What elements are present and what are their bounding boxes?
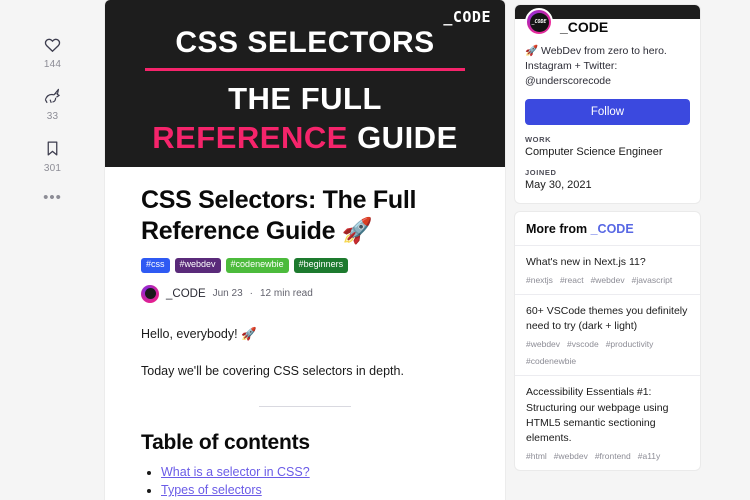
post-tag[interactable]: #webdev <box>554 451 588 461</box>
profile-body: _CODE _CODE 🚀 WebDev from zero to hero. … <box>515 8 700 203</box>
article-paragraph: Today we'll be covering CSS selectors in… <box>141 363 404 378</box>
work-value: Computer Science Engineer <box>525 145 663 158</box>
post-tag[interactable]: #productivity <box>606 339 654 349</box>
profile-card: _CODE _CODE 🚀 WebDev from zero to hero. … <box>515 5 700 203</box>
unicorn-count: 33 <box>46 111 59 122</box>
post-tag[interactable]: #frontend <box>595 451 631 461</box>
more-from-prefix: More from <box>526 221 591 236</box>
post-tag[interactable]: #nextjs <box>526 275 553 285</box>
avatar[interactable]: _CODE <box>525 8 553 36</box>
post-tag[interactable]: #react <box>560 275 584 285</box>
follow-button[interactable]: Follow <box>525 98 690 125</box>
cover-line-3-accent: REFERENCE <box>152 119 348 155</box>
article-tag-list: #css #webdev #codenewbie #beginners <box>141 258 469 273</box>
post-tag-list: #html #webdev #frontend #a11y <box>526 451 689 461</box>
more-options-icon[interactable]: ••• <box>43 190 62 205</box>
reaction-heart[interactable]: 144 <box>41 32 65 70</box>
profile-name[interactable]: _CODE <box>560 19 608 35</box>
more-from-heading: More from _CODE <box>515 212 700 246</box>
joined-value: May 30, 2021 <box>525 178 592 191</box>
reaction-unicorn[interactable]: 33 <box>41 84 65 122</box>
more-from-account[interactable]: _CODE <box>591 222 634 236</box>
article-tag[interactable]: #codenewbie <box>225 258 289 273</box>
article-card: _CODE CSS SELECTORS THE FULL REFERENCE G… <box>105 0 505 500</box>
article-body: CSS Selectors: The Full Reference Guide … <box>105 167 505 500</box>
post-tag[interactable]: #html <box>526 451 547 461</box>
avatar-initials: _CODE <box>529 12 549 32</box>
post-tag[interactable]: #a11y <box>638 451 661 461</box>
byline-author[interactable]: _CODE <box>166 288 206 300</box>
toc-list: What is a selector in CSS? Types of sele… <box>141 465 469 500</box>
post-title: Accessibility Essentials #1: Structuring… <box>526 386 669 444</box>
cover-image: _CODE CSS SELECTORS THE FULL REFERENCE G… <box>105 0 505 167</box>
cover-line-3-plain: GUIDE <box>357 119 458 155</box>
page-root: 144 33 301 ••• _CODE CSS SELECTORS THE F… <box>0 0 750 500</box>
toc-item: Types of selectors Universal selector Ty… <box>161 483 469 500</box>
reaction-bookmark[interactable]: 301 <box>41 136 65 174</box>
cover-line-1: CSS SELECTORS <box>175 26 435 59</box>
post-tag[interactable]: #javascript <box>632 275 673 285</box>
list-item[interactable]: What's new in Next.js 11? #nextjs #react… <box>515 246 700 295</box>
post-title: What's new in Next.js 11? <box>526 255 646 268</box>
profile-field-work: WORK Computer Science Engineer <box>525 135 690 158</box>
profile-field-joined: JOINED May 30, 2021 <box>525 168 690 191</box>
toc-link-what-is-a-selector[interactable]: What is a selector in CSS? <box>161 465 310 479</box>
joined-label: JOINED <box>525 167 557 177</box>
post-tag-list: #webdev #vscode #productivity #codenewbi… <box>526 339 689 366</box>
page-title: CSS Selectors: The Full Reference Guide … <box>141 186 417 245</box>
byline-read-time: 12 min read <box>260 288 313 300</box>
toc-item: What is a selector in CSS? <box>161 465 469 479</box>
toc-link-types-of-selectors[interactable]: Types of selectors <box>161 483 262 497</box>
cover-line-3: REFERENCE GUIDE <box>152 120 458 156</box>
work-label: WORK <box>525 134 552 144</box>
cover-divider <box>145 68 465 71</box>
byline: _CODE Jun 23 · 12 min read <box>141 284 469 303</box>
bookmark-count: 301 <box>43 163 62 174</box>
section-divider <box>259 406 351 408</box>
right-sidebar: _CODE _CODE 🚀 WebDev from zero to hero. … <box>515 0 700 471</box>
list-item[interactable]: 60+ VSCode themes you definitely need to… <box>515 295 700 377</box>
post-tag-list: #nextjs #react #webdev #javascript <box>526 275 689 285</box>
article-tag[interactable]: #css <box>141 258 170 273</box>
avatar[interactable] <box>141 284 159 303</box>
article-tag[interactable]: #webdev <box>174 258 221 273</box>
reaction-rail: 144 33 301 ••• <box>0 0 105 500</box>
list-item[interactable]: Accessibility Essentials #1: Structuring… <box>515 376 700 470</box>
post-tag[interactable]: #webdev <box>591 275 625 285</box>
bookmark-icon[interactable] <box>41 136 65 160</box>
cover-line-2: THE FULL <box>228 81 382 116</box>
profile-header: _CODE _CODE <box>525 8 690 36</box>
unicorn-icon[interactable] <box>41 84 65 108</box>
post-tag[interactable]: #codenewbie <box>526 356 576 366</box>
post-tag[interactable]: #vscode <box>567 339 599 349</box>
cover-watermark: _CODE <box>443 8 491 26</box>
byline-separator: · <box>249 288 253 300</box>
toc-heading: Table of contents <box>141 431 310 455</box>
article-paragraph: Hello, everybody! 🚀 <box>141 326 257 341</box>
profile-bio: 🚀 WebDev from zero to hero. Instagram + … <box>525 45 667 88</box>
heart-count: 144 <box>43 59 62 70</box>
byline-date: Jun 23 <box>212 288 243 300</box>
heart-icon[interactable] <box>41 32 65 56</box>
more-from-card: More from _CODE What's new in Next.js 11… <box>515 211 700 471</box>
post-tag[interactable]: #webdev <box>526 339 560 349</box>
post-title: 60+ VSCode themes you definitely need to… <box>526 304 688 333</box>
article-tag[interactable]: #beginners <box>293 258 349 273</box>
